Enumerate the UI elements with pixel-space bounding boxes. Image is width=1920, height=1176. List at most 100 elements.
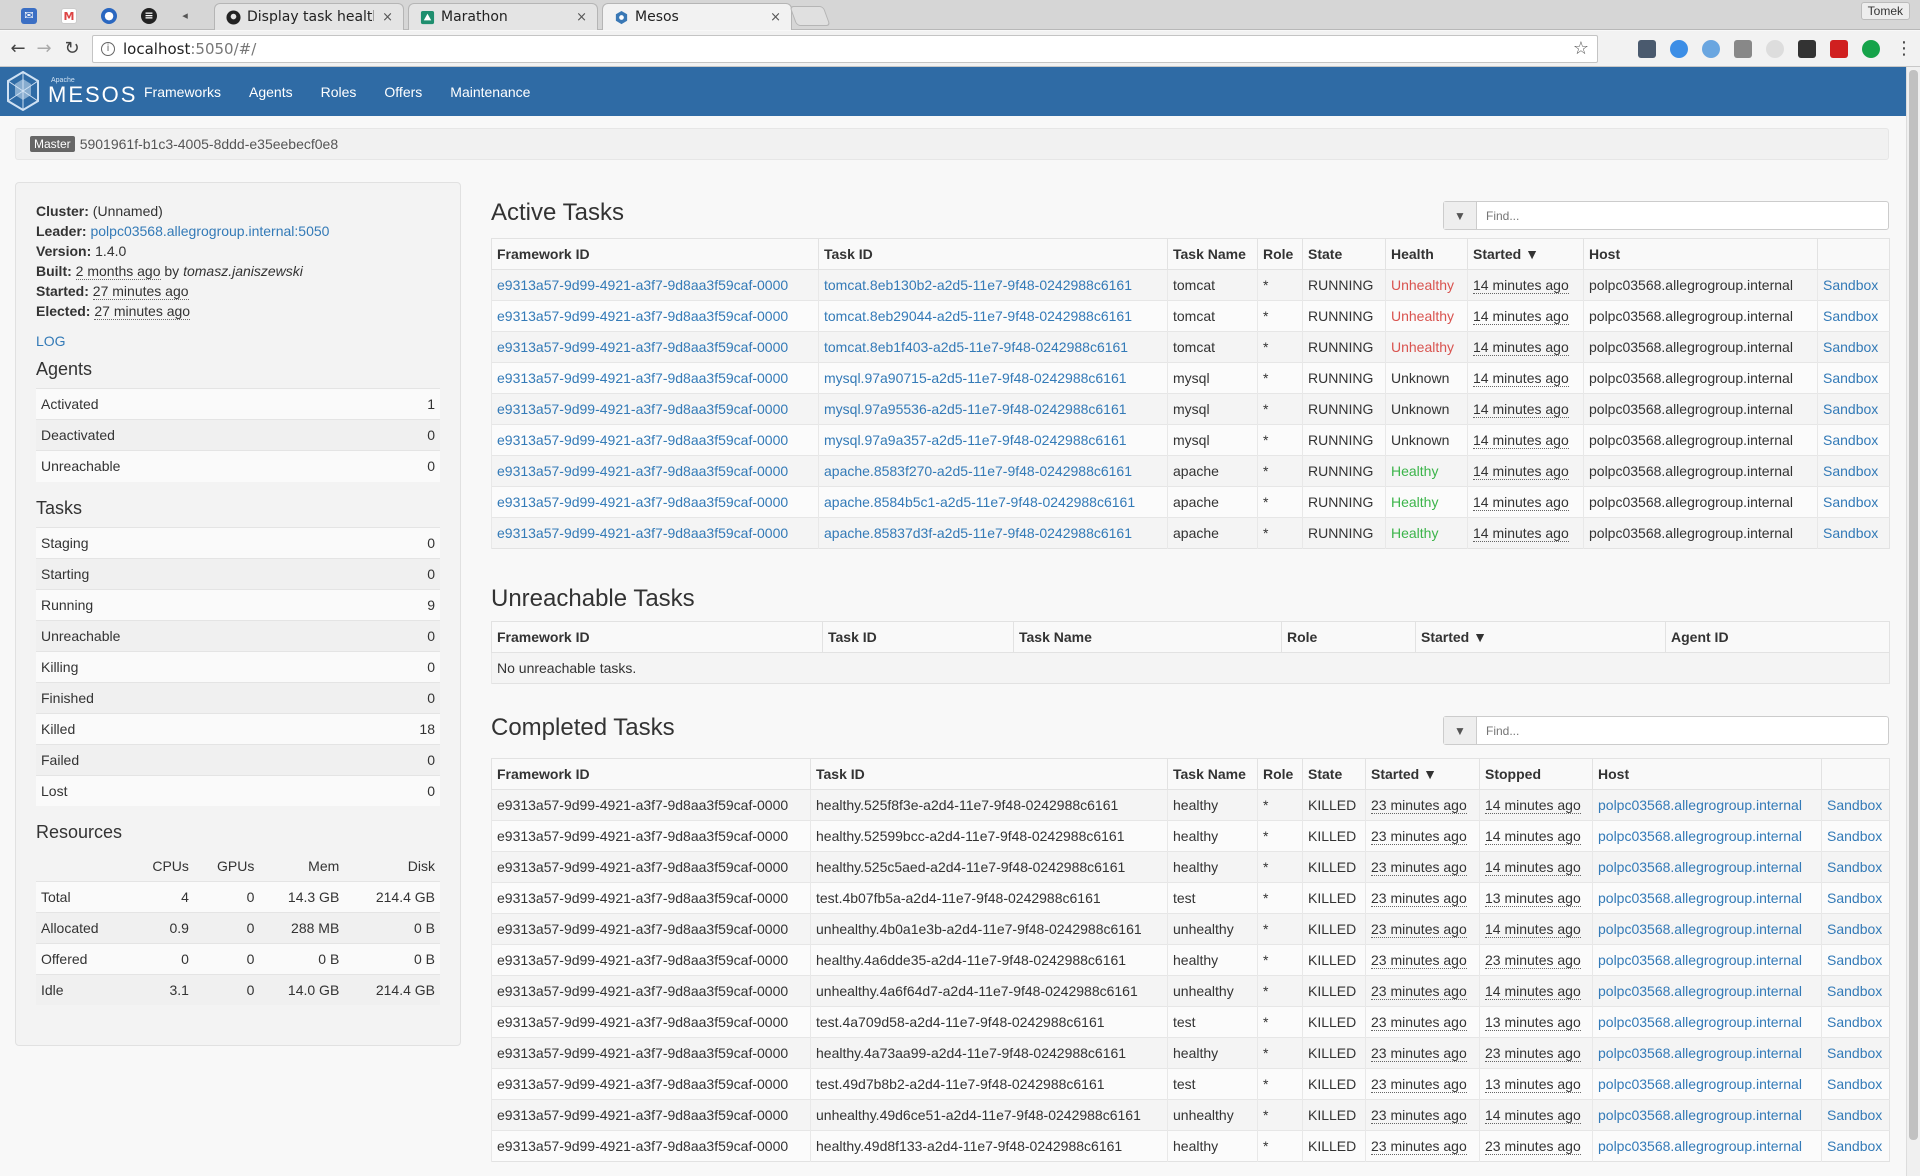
sandbox-link[interactable]: Sandbox: [1817, 393, 1890, 425]
host-link[interactable]: polpc03568.allegrogroup.internal: [1592, 1037, 1822, 1069]
framework-id-link[interactable]: e9313a57-9d99-4921-a3f7-9d8aa3f59caf-000…: [491, 331, 819, 363]
column-header[interactable]: Agent ID: [1665, 621, 1890, 653]
extension-icon[interactable]: [1798, 40, 1816, 58]
column-header[interactable]: Started ▼: [1467, 238, 1584, 270]
pinned-tab-gmail[interactable]: M: [52, 3, 86, 29]
host-link[interactable]: polpc03568.allegrogroup.internal: [1592, 1099, 1822, 1131]
task-id-link[interactable]: apache.8583f270-a2d5-11e7-9f48-0242988c6…: [818, 455, 1168, 487]
back-icon[interactable]: ←: [8, 39, 28, 59]
framework-id-link[interactable]: e9313a57-9d99-4921-a3f7-9d8aa3f59caf-000…: [491, 269, 819, 301]
column-header[interactable]: Framework ID: [491, 758, 811, 790]
sandbox-link[interactable]: Sandbox: [1821, 882, 1890, 914]
column-header[interactable]: Task ID: [810, 758, 1168, 790]
sandbox-link[interactable]: Sandbox: [1821, 1037, 1890, 1069]
sandbox-link[interactable]: Sandbox: [1821, 820, 1890, 852]
profile-button[interactable]: Tomek: [1860, 2, 1910, 20]
extension-icon[interactable]: [1766, 40, 1784, 58]
active-tasks-search-input[interactable]: [1477, 202, 1888, 229]
info-icon[interactable]: i: [101, 42, 115, 56]
filter-icon[interactable]: ▼: [1444, 717, 1477, 744]
column-header[interactable]: Role: [1281, 621, 1416, 653]
task-id-link[interactable]: mysql.97a90715-a2d5-11e7-9f48-0242988c61…: [818, 362, 1168, 394]
nav-maintenance[interactable]: Maintenance: [436, 84, 544, 100]
tab-display-task-health[interactable]: Display task health ×: [214, 3, 404, 30]
close-tab-icon[interactable]: ×: [576, 10, 587, 25]
sandbox-link[interactable]: Sandbox: [1817, 362, 1890, 394]
filter-icon[interactable]: ▼: [1444, 202, 1477, 229]
nav-roles[interactable]: Roles: [307, 84, 371, 100]
sandbox-link[interactable]: Sandbox: [1817, 300, 1890, 332]
sandbox-link[interactable]: Sandbox: [1817, 424, 1890, 456]
framework-id-link[interactable]: e9313a57-9d99-4921-a3f7-9d8aa3f59caf-000…: [491, 424, 819, 456]
nav-offers[interactable]: Offers: [370, 84, 436, 100]
sandbox-link[interactable]: Sandbox: [1821, 913, 1890, 945]
framework-id-link[interactable]: e9313a57-9d99-4921-a3f7-9d8aa3f59caf-000…: [491, 486, 819, 518]
sandbox-link[interactable]: Sandbox: [1821, 1068, 1890, 1100]
sandbox-link[interactable]: Sandbox: [1821, 944, 1890, 976]
extension-icon[interactable]: [1670, 40, 1688, 58]
column-header[interactable]: Framework ID: [491, 621, 823, 653]
sandbox-link[interactable]: Sandbox: [1817, 517, 1890, 549]
column-header[interactable]: Started ▼: [1415, 621, 1666, 653]
bookmark-star-icon[interactable]: ☆: [1573, 36, 1589, 62]
task-id-link[interactable]: tomcat.8eb1f403-a2d5-11e7-9f48-0242988c6…: [818, 331, 1168, 363]
host-link[interactable]: polpc03568.allegrogroup.internal: [1592, 1068, 1822, 1100]
extension-icon[interactable]: [1702, 40, 1720, 58]
task-id-link[interactable]: apache.85837d3f-a2d5-11e7-9f48-0242988c6…: [818, 517, 1168, 549]
column-header[interactable]: Started ▼: [1365, 758, 1480, 790]
address-bar[interactable]: i localhost:5050/#/ ☆: [92, 35, 1598, 63]
task-id-link[interactable]: tomcat.8eb130b2-a2d5-11e7-9f48-0242988c6…: [818, 269, 1168, 301]
task-id-link[interactable]: mysql.97a9a357-a2d5-11e7-9f48-0242988c61…: [818, 424, 1168, 456]
menu-kebab-icon[interactable]: ⋮: [1894, 39, 1914, 59]
close-tab-icon[interactable]: ×: [770, 10, 781, 25]
column-header[interactable]: Health: [1385, 238, 1468, 270]
sandbox-link[interactable]: Sandbox: [1817, 331, 1890, 363]
column-header[interactable]: Stopped: [1479, 758, 1593, 790]
sandbox-link[interactable]: Sandbox: [1817, 455, 1890, 487]
sandbox-link[interactable]: Sandbox: [1821, 1099, 1890, 1131]
framework-id-link[interactable]: e9313a57-9d99-4921-a3f7-9d8aa3f59caf-000…: [491, 300, 819, 332]
column-header[interactable]: Role: [1257, 238, 1303, 270]
completed-tasks-search-input[interactable]: [1477, 717, 1888, 744]
host-link[interactable]: polpc03568.allegrogroup.internal: [1592, 851, 1822, 883]
framework-id-link[interactable]: e9313a57-9d99-4921-a3f7-9d8aa3f59caf-000…: [491, 455, 819, 487]
pinned-tab-spotify[interactable]: ≡: [132, 3, 166, 29]
column-header[interactable]: Host: [1592, 758, 1822, 790]
log-link[interactable]: LOG: [36, 333, 440, 349]
host-link[interactable]: polpc03568.allegrogroup.internal: [1592, 789, 1822, 821]
sandbox-link[interactable]: Sandbox: [1821, 789, 1890, 821]
camera-extension-icon[interactable]: [1734, 40, 1752, 58]
sandbox-link[interactable]: Sandbox: [1821, 1006, 1890, 1038]
host-link[interactable]: polpc03568.allegrogroup.internal: [1592, 1130, 1822, 1162]
column-header[interactable]: Role: [1257, 758, 1303, 790]
sandbox-link[interactable]: Sandbox: [1817, 486, 1890, 518]
reload-icon[interactable]: ↻: [62, 39, 82, 59]
column-header[interactable]: Task ID: [818, 238, 1168, 270]
sandbox-link[interactable]: Sandbox: [1821, 975, 1890, 1007]
mesos-logo[interactable]: Apache MESOS: [6, 71, 137, 111]
pinned-tab-audio[interactable]: ◂: [168, 3, 202, 29]
grammarly-extension-icon[interactable]: [1862, 40, 1880, 58]
sandbox-link[interactable]: Sandbox: [1821, 851, 1890, 883]
host-link[interactable]: polpc03568.allegrogroup.internal: [1592, 1006, 1822, 1038]
leader-link[interactable]: polpc03568.allegrogroup.internal:5050: [90, 223, 329, 239]
host-link[interactable]: polpc03568.allegrogroup.internal: [1592, 882, 1822, 914]
framework-id-link[interactable]: e9313a57-9d99-4921-a3f7-9d8aa3f59caf-000…: [491, 393, 819, 425]
column-header[interactable]: State: [1302, 758, 1366, 790]
column-header[interactable]: Task Name: [1167, 238, 1258, 270]
column-header[interactable]: Framework ID: [491, 238, 819, 270]
page-scrollbar[interactable]: [1906, 67, 1920, 1176]
new-tab-button[interactable]: [789, 6, 831, 26]
framework-id-link[interactable]: e9313a57-9d99-4921-a3f7-9d8aa3f59caf-000…: [491, 362, 819, 394]
task-id-link[interactable]: apache.8584b5c1-a2d5-11e7-9f48-0242988c6…: [818, 486, 1168, 518]
ublock-extension-icon[interactable]: [1638, 40, 1656, 58]
lastpass-extension-icon[interactable]: [1830, 40, 1848, 58]
sandbox-link[interactable]: Sandbox: [1817, 269, 1890, 301]
column-header[interactable]: State: [1302, 238, 1386, 270]
close-tab-icon[interactable]: ×: [382, 10, 393, 25]
tab-mesos[interactable]: Mesos ×: [602, 3, 792, 30]
scrollbar-thumb[interactable]: [1909, 70, 1918, 1140]
framework-id-link[interactable]: e9313a57-9d99-4921-a3f7-9d8aa3f59caf-000…: [491, 517, 819, 549]
tab-marathon[interactable]: Marathon ×: [408, 3, 598, 30]
column-header[interactable]: Host: [1583, 238, 1818, 270]
